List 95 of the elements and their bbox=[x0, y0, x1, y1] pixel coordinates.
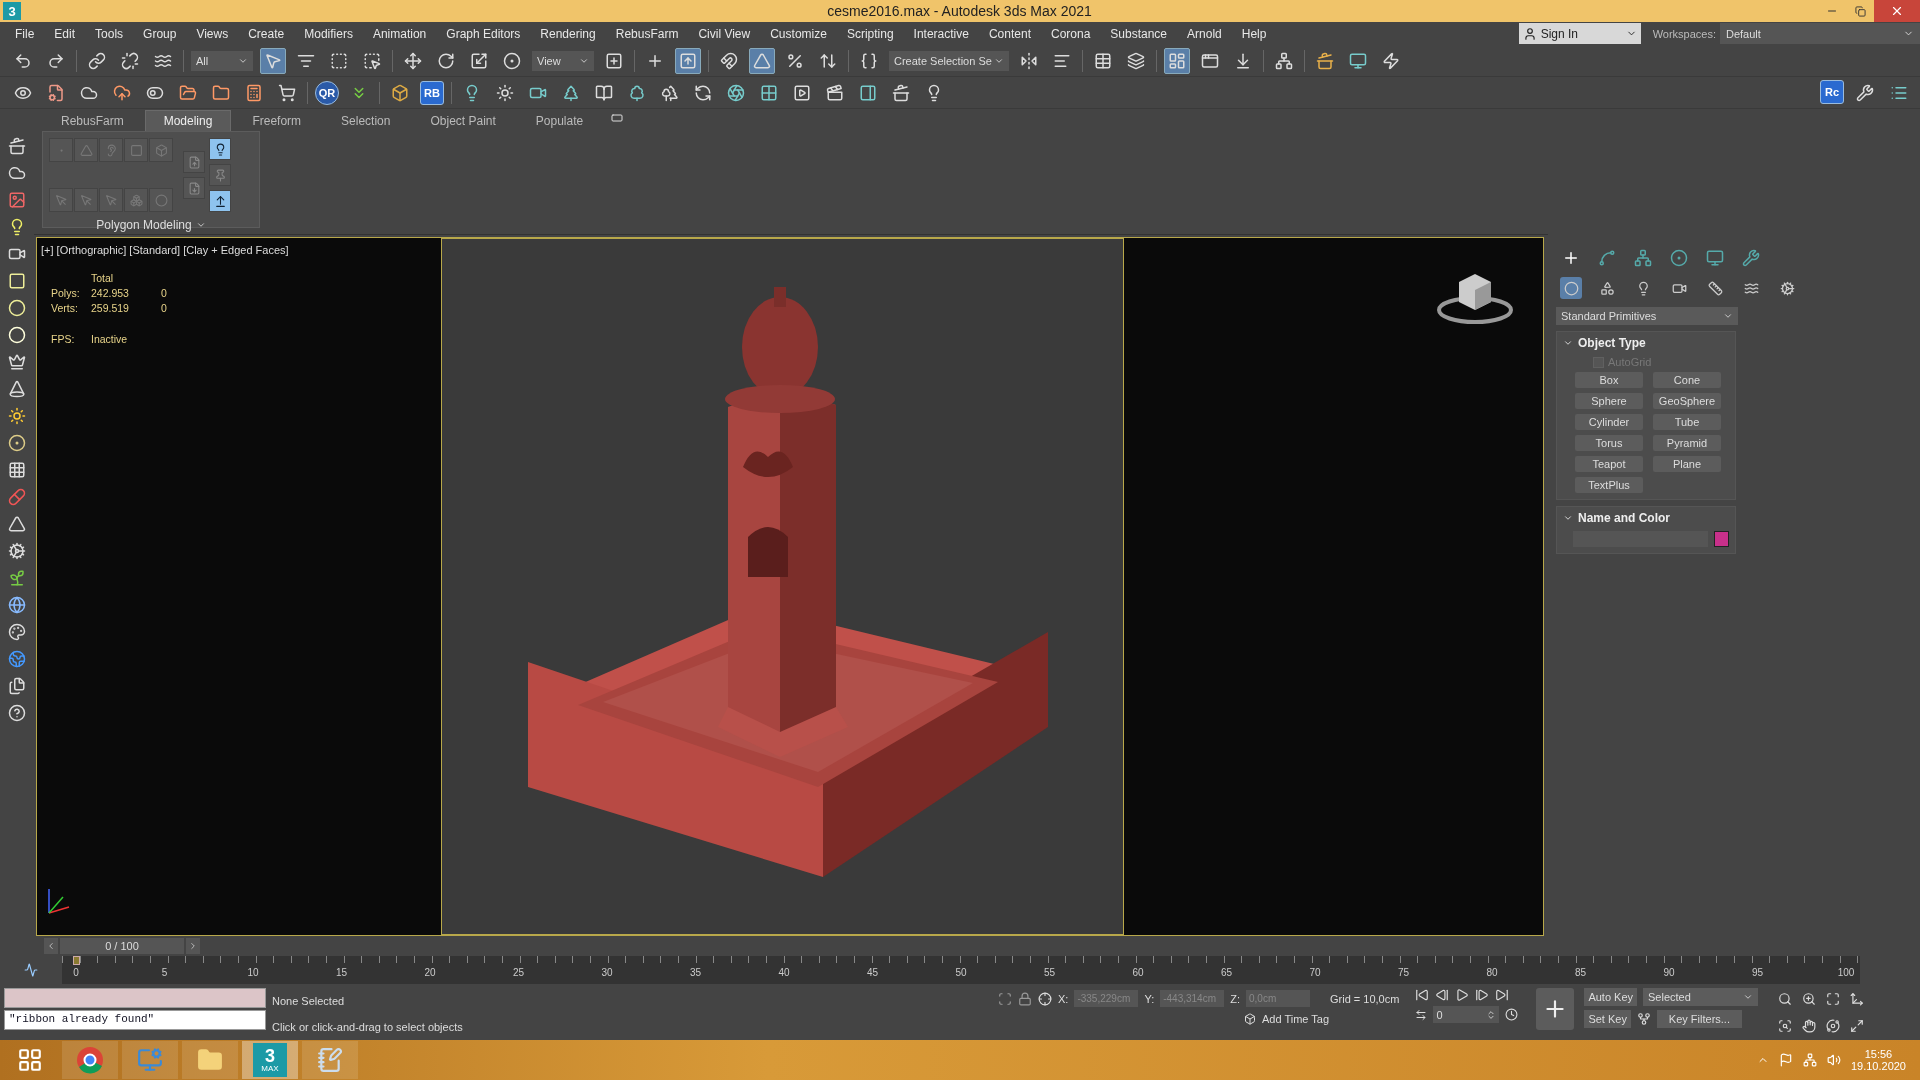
primitive-button[interactable]: Plane bbox=[1653, 456, 1721, 472]
stats-label: Polys: bbox=[51, 287, 81, 299]
key-filters-button[interactable]: Key Filters... bbox=[1656, 1010, 1742, 1028]
rb-button[interactable]: RB bbox=[420, 80, 444, 105]
key-mode-dropdown[interactable]: Selected bbox=[1643, 988, 1758, 1006]
tick-label: 45 bbox=[866, 967, 879, 978]
stats-value: 242.953 bbox=[91, 287, 130, 299]
tick-label: 80 bbox=[1486, 967, 1498, 978]
tick-label: 95 bbox=[1751, 967, 1764, 978]
frame-field[interactable]: 0 bbox=[1433, 1006, 1500, 1023]
menu-item[interactable]: Group bbox=[134, 26, 188, 41]
fps-value: Inactive bbox=[91, 333, 129, 345]
qr-button[interactable]: QR bbox=[315, 80, 339, 105]
menu-item[interactable]: Content bbox=[979, 26, 1042, 41]
prompt-text: Click or click-and-drag to select objects bbox=[272, 1021, 464, 1033]
menu-item[interactable]: File bbox=[6, 26, 46, 41]
workspaces-label: Workspaces: bbox=[1652, 27, 1716, 40]
primitive-button[interactable]: Box bbox=[1575, 372, 1643, 388]
max-taskbar-button[interactable]: 3 MAX bbox=[242, 1041, 298, 1079]
workspace-dropdown[interactable]: Default bbox=[1720, 23, 1920, 44]
tick-label: 5 bbox=[161, 967, 168, 978]
menu-item[interactable]: Corona bbox=[1041, 26, 1102, 41]
tick-label: 40 bbox=[778, 967, 790, 978]
primitive-button[interactable]: Pyramid bbox=[1653, 435, 1721, 451]
primitive-button[interactable]: Cylinder bbox=[1575, 414, 1643, 430]
menu-item[interactable]: Graph Editors bbox=[437, 26, 532, 41]
named-selection-dropdown[interactable]: Create Selection Se bbox=[889, 50, 1009, 71]
primitive-button[interactable]: Sphere bbox=[1575, 393, 1643, 409]
stats-header: Total bbox=[91, 272, 115, 284]
menu-item[interactable]: Substance bbox=[1101, 26, 1179, 41]
fps-label: FPS: bbox=[51, 333, 76, 345]
stats-value: 0 bbox=[161, 302, 168, 314]
rollout-title[interactable]: Name and Color bbox=[1578, 511, 1670, 525]
timeline-track[interactable]: 0 5 10 15 20 25 30 35 40 45 50 55 60 65 70 75 80 85 90 95 100 bbox=[62, 956, 1860, 984]
menu-item[interactable]: Help bbox=[1232, 26, 1278, 41]
tick-label: 0 bbox=[73, 967, 79, 978]
ribbon-tab[interactable]: Modeling bbox=[144, 110, 232, 131]
coordinate-system-dropdown[interactable]: View bbox=[532, 50, 594, 71]
primitive-button[interactable]: GeoSphere bbox=[1653, 393, 1721, 409]
tick-label: 30 bbox=[601, 967, 613, 978]
tick-label: 35 bbox=[689, 967, 702, 978]
menu-item[interactable]: Animation bbox=[363, 26, 438, 41]
primitive-button[interactable]: Cone bbox=[1653, 372, 1721, 388]
primitive-button[interactable]: Teapot bbox=[1575, 456, 1643, 472]
primitive-button[interactable]: Torus bbox=[1575, 435, 1643, 451]
tick-label: 55 bbox=[1043, 967, 1056, 978]
coord-label: Y: bbox=[1144, 992, 1155, 1005]
menu-item[interactable]: Interactive bbox=[904, 26, 980, 41]
coord-label: Z: bbox=[1230, 992, 1240, 1005]
auto-key-button[interactable]: Auto Key bbox=[1584, 988, 1637, 1006]
stats-value: 259.519 bbox=[91, 302, 130, 314]
menu-item[interactable]: Edit bbox=[45, 26, 87, 41]
tick-label: 25 bbox=[512, 967, 525, 978]
stats-label: Verts: bbox=[51, 302, 79, 314]
coord-label: X: bbox=[1058, 992, 1069, 1005]
selection-status: None Selected bbox=[272, 995, 346, 1007]
primitive-button[interactable]: Tube bbox=[1653, 414, 1721, 430]
tick-label: 65 bbox=[1220, 967, 1233, 978]
primitive-button[interactable]: TextPlus bbox=[1575, 477, 1643, 493]
rollout-title[interactable]: Object Type bbox=[1578, 336, 1646, 350]
clock-date: 19.10.2020 bbox=[1850, 1060, 1906, 1072]
tick-label: 50 bbox=[955, 967, 967, 978]
menu-item[interactable]: Modifiers bbox=[295, 26, 364, 41]
time-slider[interactable]: 0 / 100 bbox=[60, 938, 184, 954]
menu-item[interactable]: Rendering bbox=[531, 26, 607, 41]
viewport-label[interactable]: [+] [Orthographic] [Standard] [Clay + Edged Faces] bbox=[41, 244, 437, 256]
tick-label: 75 bbox=[1397, 967, 1410, 978]
menu-item[interactable]: Scripting bbox=[837, 26, 905, 41]
menu-item[interactable]: Customize bbox=[761, 26, 838, 41]
category-dropdown[interactable]: Standard Primitives bbox=[1556, 307, 1738, 325]
tick-label: 20 bbox=[424, 967, 436, 978]
script-output-field: "ribbon already found" bbox=[4, 1010, 266, 1030]
sign-in-dropdown[interactable]: Sign In bbox=[1518, 23, 1641, 44]
tick-label: 60 bbox=[1132, 967, 1144, 978]
selection-filter-dropdown[interactable]: All bbox=[191, 50, 253, 71]
menu-item[interactable]: Tools bbox=[86, 26, 135, 41]
rc-button[interactable]: Rc bbox=[1820, 79, 1844, 104]
tick-label: 85 bbox=[1574, 967, 1587, 978]
clock-time: 15:56 bbox=[1864, 1048, 1893, 1060]
stats-value: 0 bbox=[161, 287, 168, 299]
tick-label: 15 bbox=[335, 967, 348, 978]
tick-label: 100 bbox=[1837, 967, 1855, 978]
app-logo: 3 bbox=[3, 2, 21, 20]
menu-item[interactable]: Civil View bbox=[689, 26, 762, 41]
grid-text: Grid = 10,0cm bbox=[1330, 992, 1400, 1005]
menu-item[interactable]: Views bbox=[187, 26, 240, 41]
menu-item[interactable]: Create bbox=[239, 26, 296, 41]
tick-label: 90 bbox=[1663, 967, 1675, 978]
tick-label: 10 bbox=[247, 967, 259, 978]
tick-label: 70 bbox=[1309, 967, 1321, 978]
panel-title-dropdown[interactable]: Polygon Modeling bbox=[43, 218, 259, 232]
menu-item[interactable]: RebusFarm bbox=[606, 26, 690, 41]
menu-item[interactable]: Arnold bbox=[1178, 26, 1233, 41]
window-title: cesme2016.max - Autodesk 3ds Max 2021 bbox=[827, 3, 1092, 19]
set-key-button[interactable]: Set Key bbox=[1584, 1010, 1631, 1028]
